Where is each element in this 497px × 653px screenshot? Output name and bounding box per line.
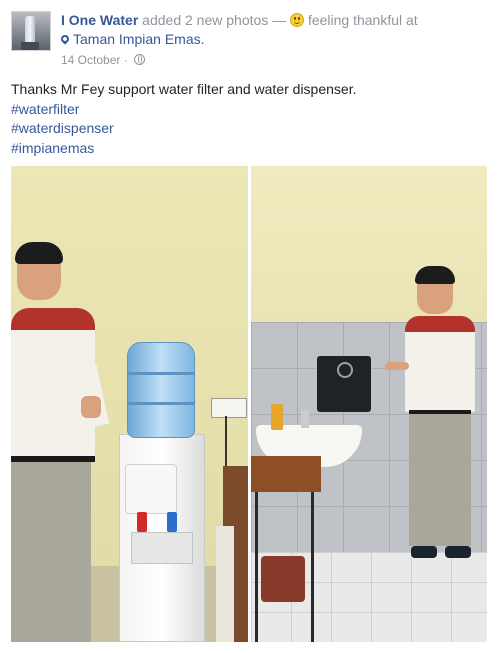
photo-water-filter[interactable] (251, 166, 487, 642)
cold-tap (167, 512, 177, 532)
feeling-text: feeling thankful at (307, 12, 418, 28)
photo-water-dispenser[interactable] (11, 166, 248, 642)
post-header: I One Water added 2 new photos — feeling… (61, 11, 481, 30)
hashtag-link[interactable]: #waterfilter (11, 100, 481, 120)
location-pin-icon (59, 33, 71, 45)
avatar-product-image (25, 16, 35, 44)
feed-post: I One Water added 2 new photos — feeling… (0, 0, 497, 653)
hot-tap (137, 512, 147, 532)
location-link[interactable]: Taman Impian Emas. (59, 30, 205, 49)
hashtag-link[interactable]: #waterdispenser (11, 119, 481, 139)
person (11, 242, 111, 642)
post-meta: 14 October · (61, 52, 146, 68)
post-message: Thanks Mr Fey support water filter and w… (11, 80, 481, 158)
water-bottle (127, 342, 195, 438)
page-avatar[interactable] (11, 11, 51, 51)
location-name: Taman Impian Emas. (73, 31, 205, 47)
public-globe-icon[interactable] (134, 54, 146, 65)
smiley-emoji-icon (290, 13, 305, 27)
message-text: Thanks Mr Fey support water filter and w… (11, 81, 357, 97)
author-name-link[interactable]: I One Water (61, 12, 138, 28)
meta-separator: · (123, 53, 128, 67)
wall-socket (211, 398, 247, 418)
post-date-link[interactable]: 14 October (61, 53, 120, 67)
hashtag-link[interactable]: #impianemas (11, 139, 481, 159)
person (385, 266, 487, 566)
wooden-table (251, 456, 321, 492)
post-action: added 2 new photos — (142, 12, 287, 28)
